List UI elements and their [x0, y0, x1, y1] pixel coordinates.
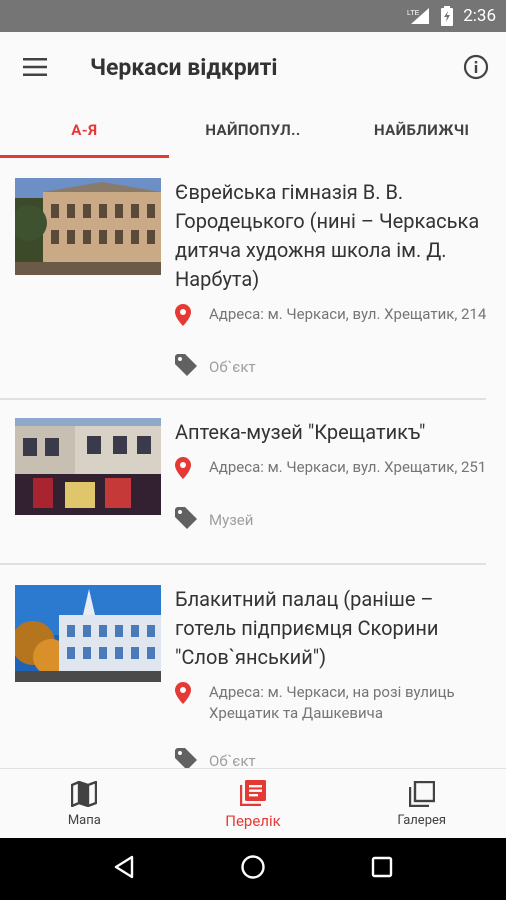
nav-list[interactable]: Перелік — [169, 769, 338, 838]
home-icon[interactable] — [240, 854, 266, 884]
place-address: Адреса: м. Черкаси, вул. Хрещатик, 214 — [209, 305, 487, 323]
tab-a-z[interactable]: А-Я — [0, 102, 169, 158]
tag-icon — [175, 507, 197, 533]
tab-nearest[interactable]: НАЙБЛИЖЧІ — [337, 102, 506, 158]
hamburger-icon — [23, 58, 47, 76]
network-label: LTE — [407, 10, 420, 17]
tag-icon — [175, 748, 197, 768]
place-thumbnail — [15, 585, 161, 682]
location-pin-icon — [175, 457, 197, 483]
place-thumbnail — [15, 178, 161, 275]
battery-icon — [441, 6, 454, 26]
list-item[interactable]: Блакитний палац (раніше – готель підприє… — [0, 565, 506, 768]
place-category: Об`єкт — [209, 752, 256, 768]
gallery-icon — [408, 779, 435, 809]
tab-popular[interactable]: НАЙПОПУЛ.. — [169, 102, 338, 158]
place-title: Блакитний палац (раніше – готель підприє… — [175, 587, 439, 669]
nav-map[interactable]: Мапа — [0, 769, 169, 838]
place-thumbnail — [15, 418, 161, 515]
system-navigation-bar — [0, 838, 506, 900]
list-item[interactable]: Єврейська гімназія В. В. Городецького (н… — [0, 158, 506, 398]
menu-button[interactable] — [0, 32, 70, 102]
map-icon — [71, 779, 98, 809]
page-title: Черкаси відкриті — [90, 53, 278, 81]
bottom-navigation: Мапа Перелік Галерея — [0, 768, 506, 838]
list-icon — [240, 778, 266, 808]
place-title: Аптека-музей "Крещатикъ" — [175, 420, 426, 444]
location-pin-icon — [175, 304, 197, 330]
place-category: Музей — [209, 511, 254, 529]
place-title: Єврейська гімназія В. В. Городецького (н… — [175, 180, 480, 291]
info-button[interactable] — [446, 32, 506, 102]
nav-list-label: Перелік — [225, 811, 281, 830]
tag-icon — [175, 354, 197, 380]
nav-gallery-label: Галерея — [397, 813, 447, 828]
status-time: 2:36 — [463, 6, 496, 26]
place-address: Адреса: м. Черкаси, вул. Хрещатик, 251 — [209, 458, 487, 476]
location-pin-icon — [175, 682, 197, 724]
back-icon[interactable] — [113, 855, 135, 883]
list-item[interactable]: Аптека-музей "Крещатикъ" Адреса: м. Черк… — [0, 400, 506, 563]
nav-map-label: Мапа — [67, 813, 101, 828]
tab-bar: А-Я НАЙПОПУЛ.. НАЙБЛИЖЧІ — [0, 102, 506, 158]
recents-icon[interactable] — [371, 856, 393, 882]
places-list[interactable]: Єврейська гімназія В. В. Городецького (н… — [0, 158, 506, 768]
status-bar: LTE 2:36 — [0, 0, 506, 32]
nav-gallery[interactable]: Галерея — [337, 769, 506, 838]
place-category: Об`єкт — [209, 358, 256, 376]
info-icon — [463, 54, 489, 80]
signal-icon: LTE — [407, 7, 431, 25]
place-address: Адреса: м. Черкаси, на розі вулиць Хреща… — [209, 683, 455, 722]
app-bar: Черкаси відкриті — [0, 32, 506, 102]
